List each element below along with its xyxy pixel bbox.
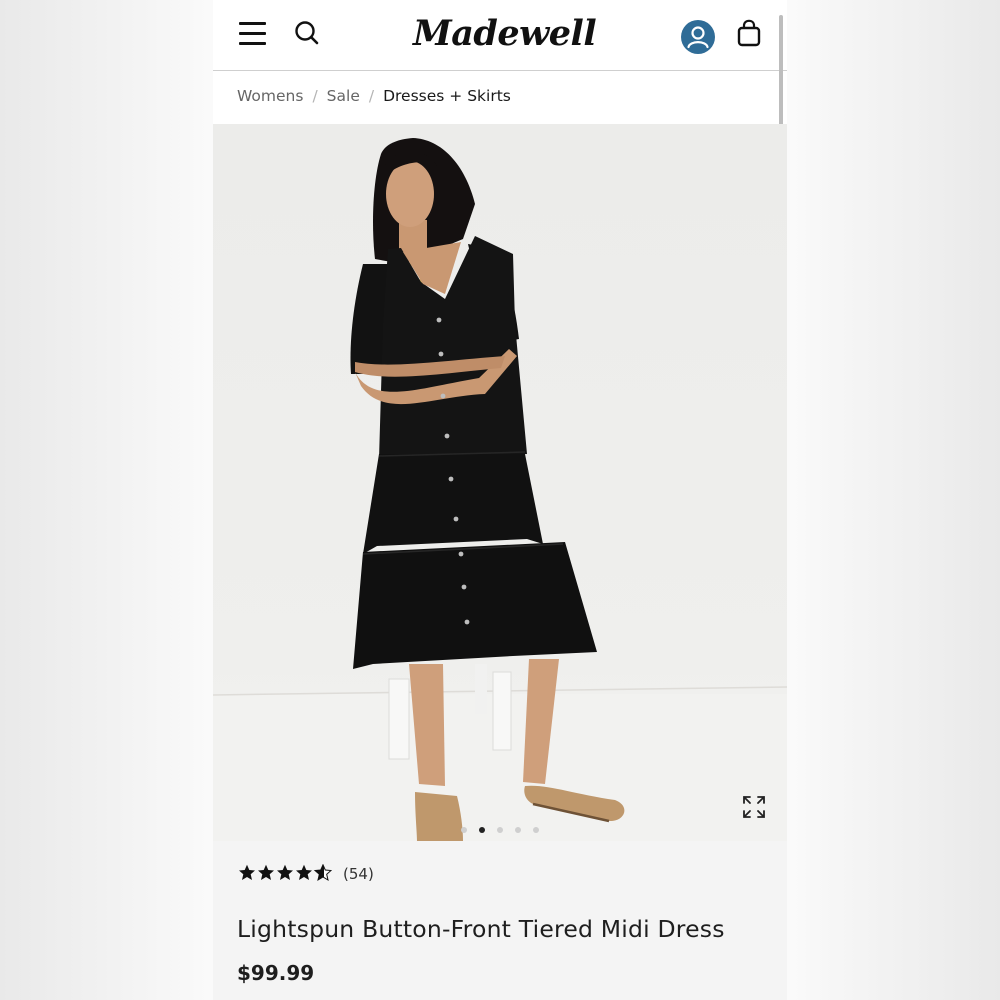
breadcrumb: Womens / Sale / Dresses + Skirts	[237, 84, 511, 108]
breadcrumb-separator: /	[312, 87, 318, 105]
product-title: Lightspun Button-Front Tiered Midi Dress	[237, 915, 725, 943]
shopping-bag-icon[interactable]	[736, 19, 762, 49]
breadcrumb-current: Dresses + Skirts	[383, 87, 511, 105]
breadcrumb-sale[interactable]: Sale	[327, 87, 360, 105]
product-photo	[213, 138, 787, 841]
review-count[interactable]: (54)	[343, 865, 374, 883]
product-price: $99.99	[237, 961, 315, 985]
carousel-dot[interactable]	[515, 827, 521, 833]
carousel-dot[interactable]	[497, 827, 503, 833]
breadcrumb-womens[interactable]: Womens	[237, 87, 303, 105]
hamburger-menu-icon[interactable]	[239, 21, 267, 47]
brand-logo[interactable]: Madewell	[413, 10, 597, 58]
carousel-dot-active[interactable]	[479, 827, 485, 833]
mobile-page: Madewell Womens / Sale / Dresses + Skirts	[213, 0, 787, 1000]
star-rating-icon	[239, 864, 332, 881]
search-icon[interactable]	[293, 19, 321, 47]
product-info: (54) Lightspun Button-Front Tiered Midi …	[213, 841, 787, 1000]
expand-icon[interactable]	[740, 793, 768, 821]
product-image-carousel[interactable]	[213, 124, 787, 841]
account-icon[interactable]	[681, 20, 715, 54]
breadcrumb-separator: /	[368, 87, 375, 105]
carousel-dot[interactable]	[533, 827, 539, 833]
site-header: Madewell	[213, 0, 787, 195]
carousel-dot[interactable]	[461, 827, 467, 833]
